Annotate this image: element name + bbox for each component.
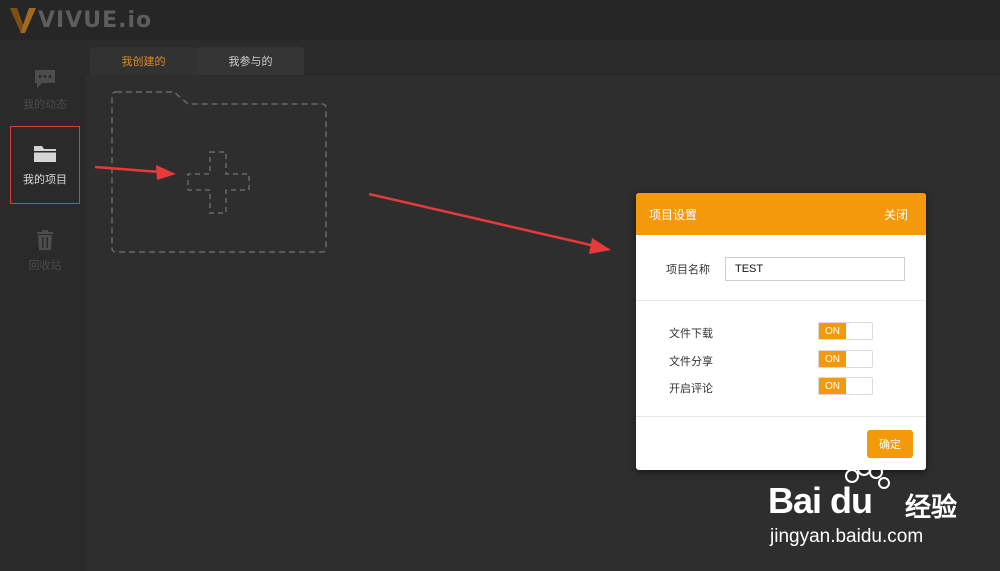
tab-joined[interactable]: 我参与的 [197,47,304,75]
dialog-title: 项目设置 [649,207,698,222]
sidebar: 我的动态 我的项目 回收站 [0,40,86,571]
project-settings-dialog: 项目设置 关闭 项目名称 文件下载 ON 文件分享 ON 开启评论 ON 确定 [636,193,926,470]
project-name-input[interactable] [725,257,905,281]
tab-bar: 我创建的 我参与的 [86,40,1000,75]
toggle-list: 文件下载 ON 文件分享 ON 开启评论 ON [636,301,926,417]
watermark-brand: Bai du [768,480,873,521]
toggle-row-share: 文件分享 ON [636,350,926,370]
toggle-row-download: 文件下载 ON [636,322,926,342]
toggle-label: 开启评论 [669,383,713,395]
add-folder-icon [111,91,327,253]
new-project-card[interactable] [110,90,330,256]
dialog-header: 项目设置 关闭 [636,193,926,235]
watermark-brand-cn: 经验 [905,492,958,522]
toggle-state: ON [819,378,846,394]
sidebar-item-projects[interactable]: 我的项目 [10,126,80,204]
sidebar-item-label: 我的项目 [23,174,67,186]
sidebar-item-label: 回收站 [28,260,62,272]
toggle-state: ON [819,323,846,339]
sidebar-item-trash[interactable]: 回收站 [10,212,80,290]
chat-bubble-icon [35,70,55,88]
top-bar: VIVUE.io [0,0,1000,40]
toggle-row-comments: 开启评论 ON [636,377,926,397]
project-name-label: 项目名称 [666,264,710,276]
project-name-row: 项目名称 [636,235,926,301]
toggle-label: 文件分享 [669,356,713,368]
toggle-state: ON [819,351,846,367]
sidebar-item-activity[interactable]: 我的动态 [10,51,80,129]
share-toggle[interactable]: ON [818,350,873,368]
logo-mark-icon [10,8,36,33]
trash-icon [37,230,53,250]
folder-icon [34,146,56,162]
toggle-label: 文件下载 [669,328,713,340]
logo-text: VIVUE.io [38,7,153,33]
app-logo[interactable]: VIVUE.io [10,4,152,36]
baidu-watermark: Bai du 经验 jingyan.baidu.com [768,462,1000,571]
sidebar-item-label: 我的动态 [23,99,67,111]
close-button[interactable]: 关闭 [884,206,908,223]
confirm-button[interactable]: 确定 [867,430,913,458]
tab-created[interactable]: 我创建的 [90,47,197,75]
watermark-url: jingyan.baidu.com [770,526,924,547]
comments-toggle[interactable]: ON [818,377,873,395]
download-toggle[interactable]: ON [818,322,873,340]
